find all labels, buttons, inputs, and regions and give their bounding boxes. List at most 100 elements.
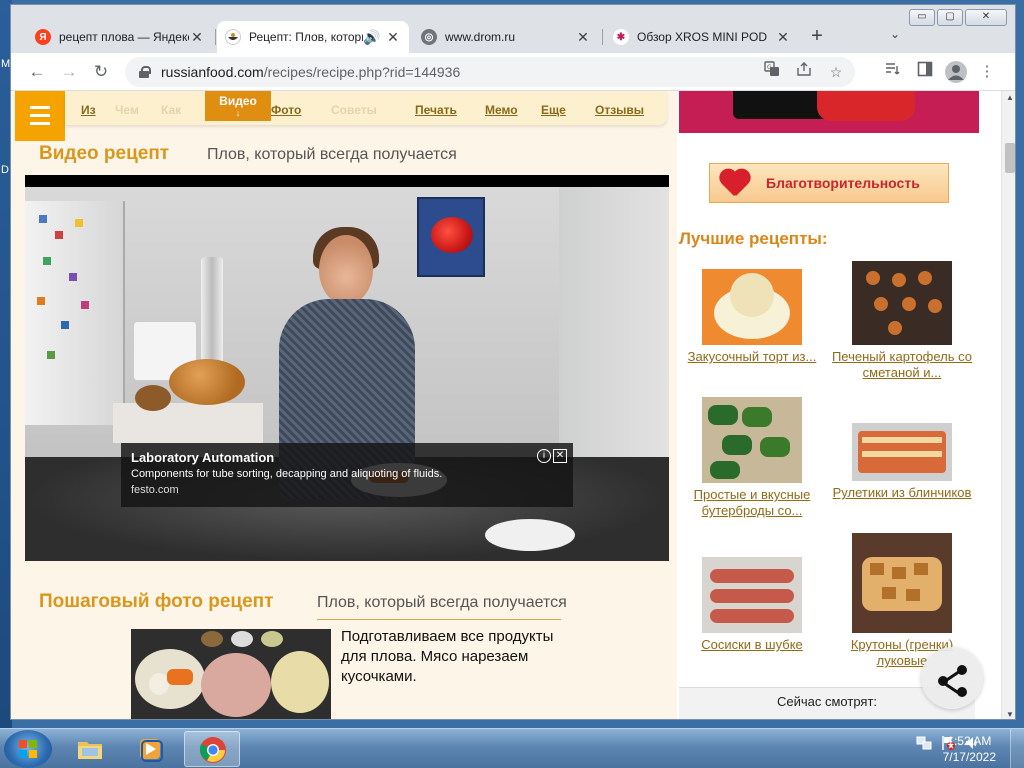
- tab-russianfood[interactable]: Рецепт: Плов, который 🔊 ✕: [217, 21, 409, 53]
- step-photo[interactable]: [131, 629, 331, 719]
- close-icon[interactable]: ✕: [775, 29, 791, 46]
- nav-item-eshche[interactable]: Еще: [541, 103, 566, 117]
- ad-title[interactable]: Laboratory Automation: [131, 450, 563, 465]
- nav-item-otzyvy[interactable]: Отзывы: [595, 103, 644, 117]
- lock-icon[interactable]: [139, 66, 151, 78]
- taskbar-chrome-button[interactable]: [184, 731, 240, 767]
- recipe-caption[interactable]: Простые и вкусные бутерброды со...: [677, 487, 827, 519]
- taskbar-explorer-button[interactable]: [62, 731, 118, 767]
- recipe-thumbnail[interactable]: [702, 397, 802, 483]
- start-button[interactable]: [4, 730, 52, 768]
- clock-time: 1:52 AM: [947, 734, 992, 748]
- close-icon[interactable]: ✕: [553, 449, 567, 463]
- ad-url[interactable]: festo.com: [131, 484, 563, 496]
- tab-search-button[interactable]: ⌄: [885, 27, 905, 41]
- nav-item-kak: Как: [161, 103, 182, 117]
- scroll-down-arrow-icon[interactable]: ▼: [1006, 710, 1014, 719]
- close-window-button[interactable]: ✕: [965, 9, 1007, 26]
- recipe-video-player[interactable]: Laboratory Automation Components for tub…: [25, 175, 669, 561]
- bookmark-star-icon[interactable]: ☆: [823, 61, 849, 83]
- maximize-button[interactable]: ▢: [937, 9, 963, 26]
- info-icon[interactable]: i: [537, 449, 551, 463]
- tab-drom[interactable]: ◎ www.drom.ru ✕: [413, 21, 599, 53]
- taskbar-media-player-button[interactable]: [122, 731, 178, 767]
- recipe-card[interactable]: Закусочный торт из...: [677, 269, 827, 365]
- share-button[interactable]: [921, 647, 983, 709]
- audio-icon[interactable]: 🔊: [363, 29, 380, 46]
- page-viewport: Из Чем Как Видео ↓ Фото Советы Печать Ме…: [11, 91, 1001, 719]
- url-path: /recipes/recipe.php?rid=144936: [263, 64, 461, 80]
- charity-button[interactable]: Благотворительность: [709, 163, 949, 203]
- nav-item-memo[interactable]: Мемо: [485, 103, 518, 117]
- tab-xros[interactable]: ✱ Обзор XROS MINI POD ✕: [605, 21, 799, 53]
- close-icon[interactable]: ✕: [575, 29, 591, 46]
- profile-icon[interactable]: [945, 61, 967, 83]
- ad-controls: i ✕: [537, 449, 567, 463]
- clock[interactable]: 1:52 AM 7/17/2022: [943, 733, 996, 765]
- side-panel-icon[interactable]: [913, 61, 937, 83]
- ad-banner[interactable]: [679, 91, 979, 133]
- window-controls: ▭ ▢ ✕: [909, 9, 1007, 26]
- chrome-icon: [199, 736, 227, 764]
- nav-item-chem: Чем: [115, 103, 139, 117]
- address-bar[interactable]: russianfood.com/recipes/recipe.php?rid=1…: [125, 57, 855, 87]
- tab-title: Обзор XROS MINI POD: [637, 30, 768, 44]
- recipe-thumbnail[interactable]: [702, 269, 802, 345]
- omnibox-actions: G ☆: [759, 61, 849, 83]
- nav-item-pechat[interactable]: Печать: [415, 103, 457, 117]
- charity-label: Благотворительность: [766, 175, 920, 191]
- tab-strip: Я рецепт плова — Яндекс ✕ Рецепт: Плов, …: [11, 5, 1015, 53]
- minimize-button[interactable]: ▭: [909, 9, 935, 26]
- close-icon[interactable]: ✕: [385, 29, 401, 46]
- recipe-card[interactable]: Простые и вкусные бутерброды со...: [677, 397, 827, 519]
- forward-button[interactable]: →: [57, 61, 81, 83]
- close-icon[interactable]: ✕: [189, 29, 205, 46]
- video-pumpkin-small: [135, 385, 171, 411]
- menu-icon[interactable]: ⋮: [975, 61, 999, 83]
- recipe-card[interactable]: Рулетики из блинчиков: [827, 423, 977, 501]
- recipe-caption[interactable]: Рулетики из блинчиков: [827, 485, 977, 501]
- recipe-thumbnail[interactable]: [852, 533, 952, 633]
- nav-item-iz[interactable]: Из: [81, 103, 96, 117]
- recipe-card[interactable]: Сосиски в шубке: [677, 557, 827, 653]
- reload-button[interactable]: ↻: [89, 61, 113, 83]
- video-ad-overlay[interactable]: Laboratory Automation Components for tub…: [121, 443, 573, 507]
- recipe-caption[interactable]: Печеный картофель со сметаной и...: [827, 349, 977, 381]
- recipe-caption[interactable]: Закусочный торт из...: [677, 349, 827, 365]
- video-counter: [113, 403, 263, 443]
- page-scrollbar[interactable]: ▲ ▼: [1001, 91, 1015, 719]
- down-arrow-icon: ↓: [235, 108, 241, 118]
- sidebar: Благотворительность Лучшие рецепты: Заку…: [677, 91, 1001, 719]
- recipe-card[interactable]: Печеный картофель со сметаной и...: [827, 261, 977, 381]
- nav-item-foto[interactable]: Фото: [271, 103, 301, 117]
- url-host: russianfood.com: [161, 64, 264, 80]
- best-recipes-title: Лучшие рецепты:: [679, 229, 828, 248]
- step-description: Подготавливаем все продукты для плова. М…: [341, 628, 554, 685]
- xros-icon: ✱: [613, 29, 629, 45]
- share-icon[interactable]: [791, 61, 817, 83]
- recipe-caption[interactable]: Сосиски в шубке: [677, 637, 827, 653]
- heart-icon: [718, 168, 752, 198]
- tab-yandex[interactable]: Я рецепт плова — Яндекс ✕: [27, 21, 213, 53]
- recipe-thumbnail[interactable]: [852, 261, 952, 345]
- nav-item-video[interactable]: Видео ↓: [205, 91, 271, 121]
- recipe-thumbnail[interactable]: [702, 557, 802, 633]
- back-button[interactable]: ←: [25, 61, 49, 83]
- tab-title: рецепт плова — Яндекс: [59, 30, 189, 44]
- video-person-head: [319, 235, 373, 305]
- recipe-thumbnail[interactable]: [852, 423, 952, 481]
- scrollbar-thumb[interactable]: [1005, 143, 1015, 173]
- scroll-up-arrow-icon[interactable]: ▲: [1006, 93, 1014, 102]
- hamburger-menu-button[interactable]: [15, 91, 65, 141]
- network-icon[interactable]: [916, 735, 932, 751]
- video-fridge: [25, 201, 125, 425]
- recipe-section-nav: Из Чем Как Видео ↓ Фото Советы Печать Ме…: [65, 91, 667, 125]
- section-divider: [317, 619, 561, 620]
- reading-list-icon[interactable]: [881, 61, 905, 83]
- media-player-icon: [136, 735, 164, 763]
- svg-text:G: G: [767, 64, 772, 71]
- show-desktop-button[interactable]: [1010, 729, 1024, 768]
- translate-icon[interactable]: G: [759, 61, 785, 83]
- new-tab-button[interactable]: +: [805, 25, 829, 49]
- yandex-icon: Я: [35, 29, 51, 45]
